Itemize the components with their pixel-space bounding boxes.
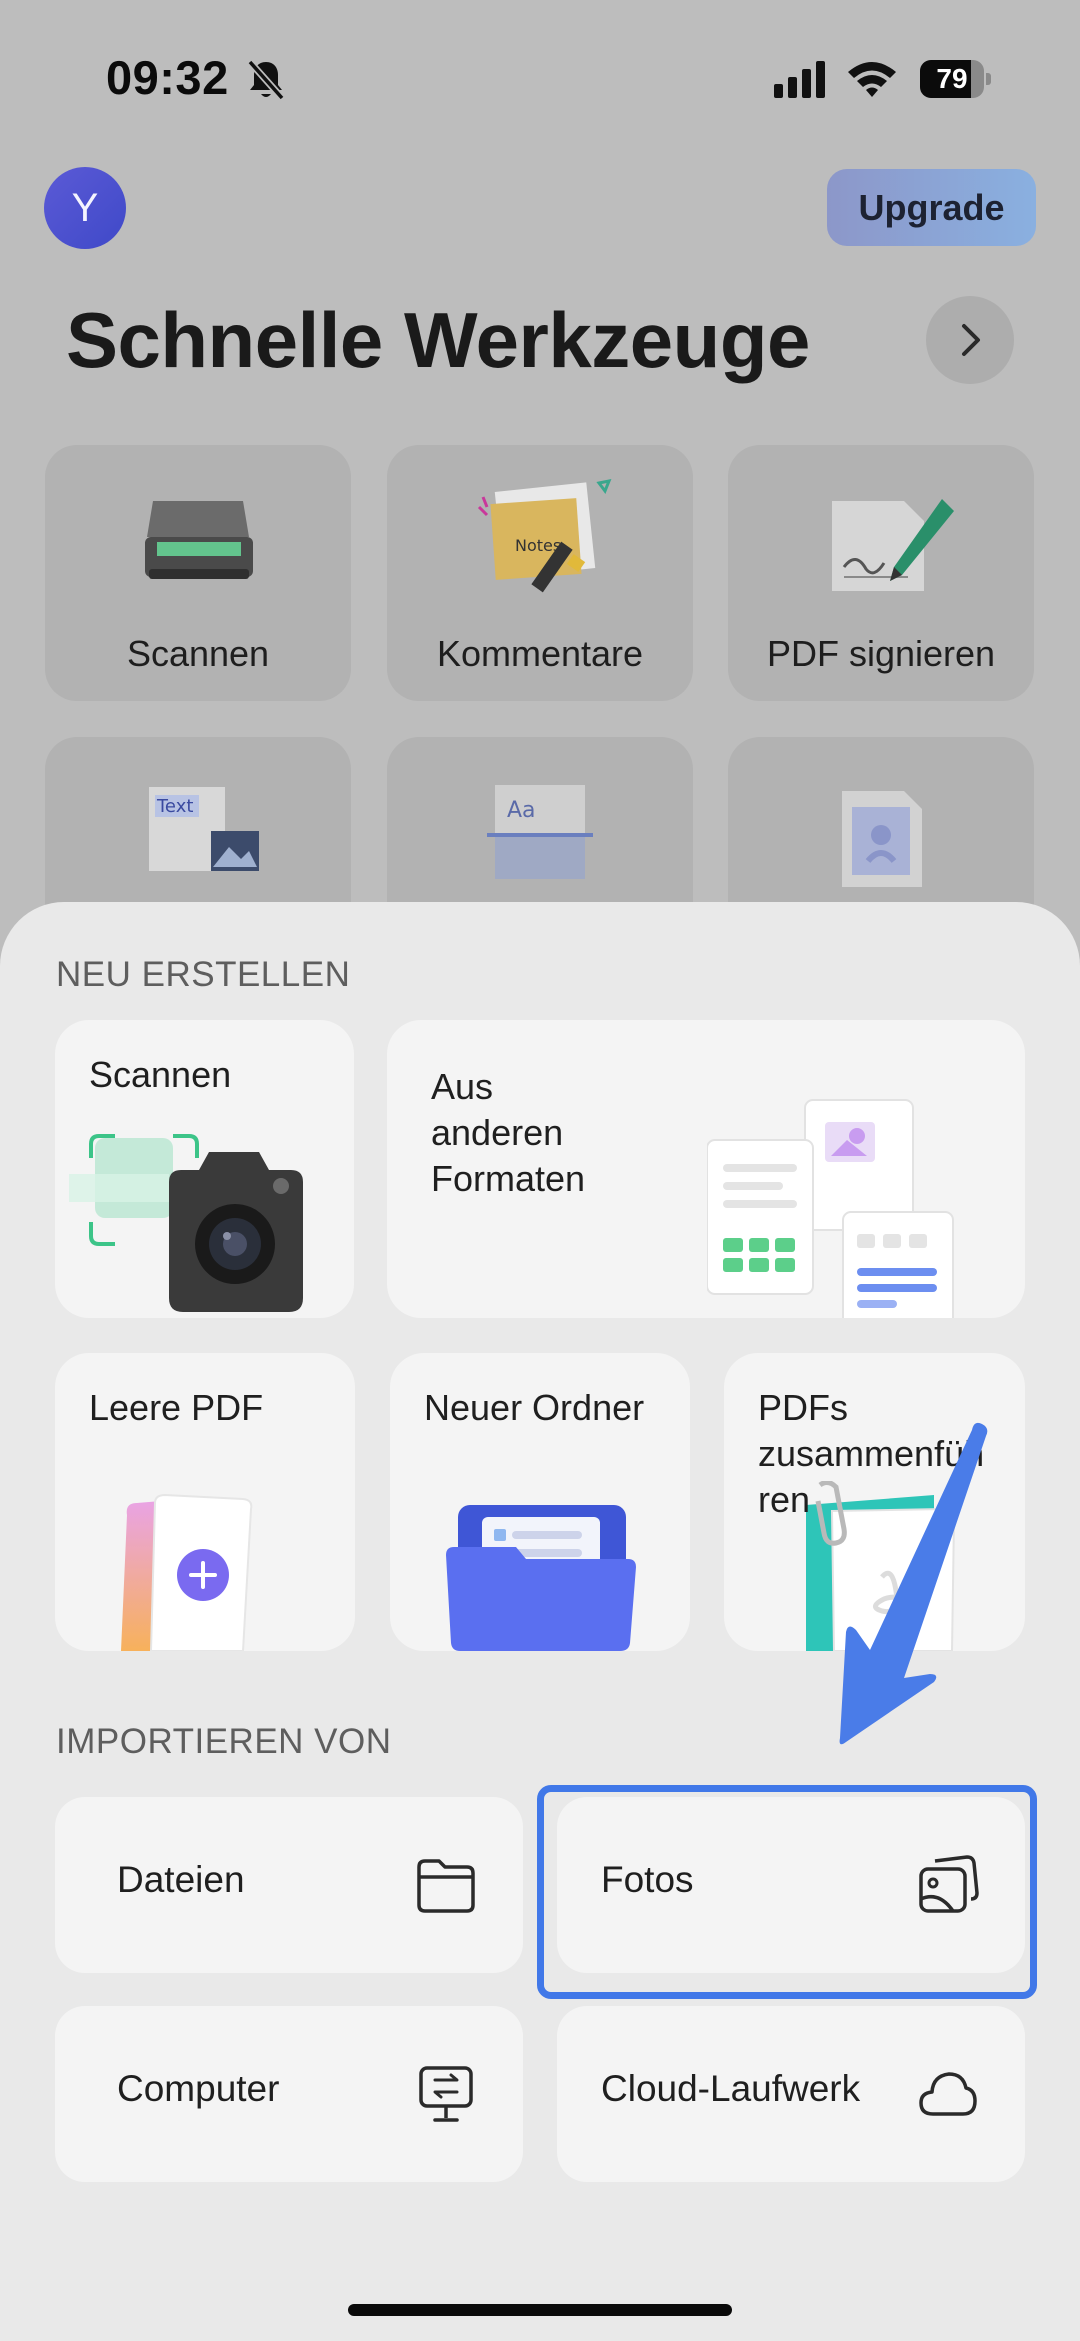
status-bar: 09:32 79 [0, 0, 1080, 150]
create-scan-card[interactable]: Scannen [55, 1020, 354, 1318]
create-from-formats-line: Aus [431, 1066, 494, 1107]
upgrade-button[interactable]: Upgrade [827, 169, 1036, 246]
quick-tools-title: Schnelle Werkzeuge [66, 296, 810, 384]
text-image-icon: Text [149, 787, 259, 871]
import-computer-button[interactable]: Computer [55, 2006, 523, 2182]
camera-icon [69, 1134, 303, 1312]
cellular-signal-icon [774, 61, 825, 98]
create-scan-label: Scannen [89, 1054, 232, 1095]
chevron-right-icon [962, 324, 980, 356]
import-computer-label: Computer [117, 2068, 280, 2109]
tool-card-scan[interactable]: Scannen [45, 445, 351, 701]
tool-label: Scannen [126, 633, 270, 674]
create-from-formats-label: Aus anderen Formaten [431, 1064, 585, 1202]
scanner-icon [145, 501, 253, 579]
bell-muted-icon [247, 59, 285, 101]
cloud-icon [919, 2072, 977, 2116]
home-indicator [348, 2304, 732, 2316]
folder-stack-icon [446, 1505, 636, 1651]
create-new-folder-label: Neuer Ordner [424, 1387, 645, 1428]
notes-icon-text: Notes [515, 536, 561, 555]
import-heading: IMPORTIEREN VON [56, 1722, 392, 1761]
avatar[interactable]: Y [44, 167, 126, 249]
create-heading: NEU ERSTELLEN [56, 955, 351, 994]
create-from-formats-line: anderen [431, 1112, 564, 1153]
import-files-button[interactable]: Dateien [55, 1797, 523, 1973]
create-from-formats-card[interactable]: Aus anderen Formaten [387, 1020, 1025, 1318]
ocr-icon-text: Aa [507, 798, 536, 823]
blank-pdf-add-icon [121, 1493, 253, 1651]
ocr-icon: Aa [487, 785, 593, 879]
battery-percentage: 79 [936, 63, 968, 94]
tool-label: Kommentare [436, 633, 644, 674]
tool-label: PDF signieren [766, 633, 996, 674]
highlight-box [537, 1785, 1037, 1999]
status-time: 09:32 [106, 51, 229, 104]
import-files-label: Dateien [117, 1859, 245, 1900]
image-file-icon [842, 791, 922, 887]
create-from-formats-line: Formaten [431, 1158, 586, 1199]
create-blank-pdf-card[interactable]: Leere PDF [55, 1353, 355, 1651]
import-cloud-label: Cloud-Laufwerk [601, 2068, 861, 2109]
import-cloud-button[interactable]: Cloud-Laufwerk [557, 2006, 1025, 2182]
notes-icon: Notes [477, 478, 612, 593]
tool-card-sign-pdf[interactable]: PDF signieren [728, 445, 1034, 701]
wifi-icon [848, 62, 896, 97]
pointer-arrow-icon [839, 1422, 988, 1745]
quick-tools-more-button[interactable] [926, 296, 1014, 384]
background-screen: 09:32 79 Y Upgrade Schnelle Werkzeuge Sc… [0, 0, 1080, 1000]
signature-pen-icon [832, 499, 954, 591]
create-blank-pdf-label: Leere PDF [89, 1387, 264, 1428]
tool-card-comments[interactable]: Notes Kommentare [387, 445, 693, 701]
create-new-folder-card[interactable]: Neuer Ordner [390, 1353, 690, 1651]
text-image-icon-text: Text [156, 796, 193, 817]
folder-icon [417, 1859, 475, 1913]
computer-transfer-icon [419, 2066, 473, 2122]
battery-indicator: 79 [920, 60, 991, 98]
documents-formats-icon [707, 1099, 954, 1318]
